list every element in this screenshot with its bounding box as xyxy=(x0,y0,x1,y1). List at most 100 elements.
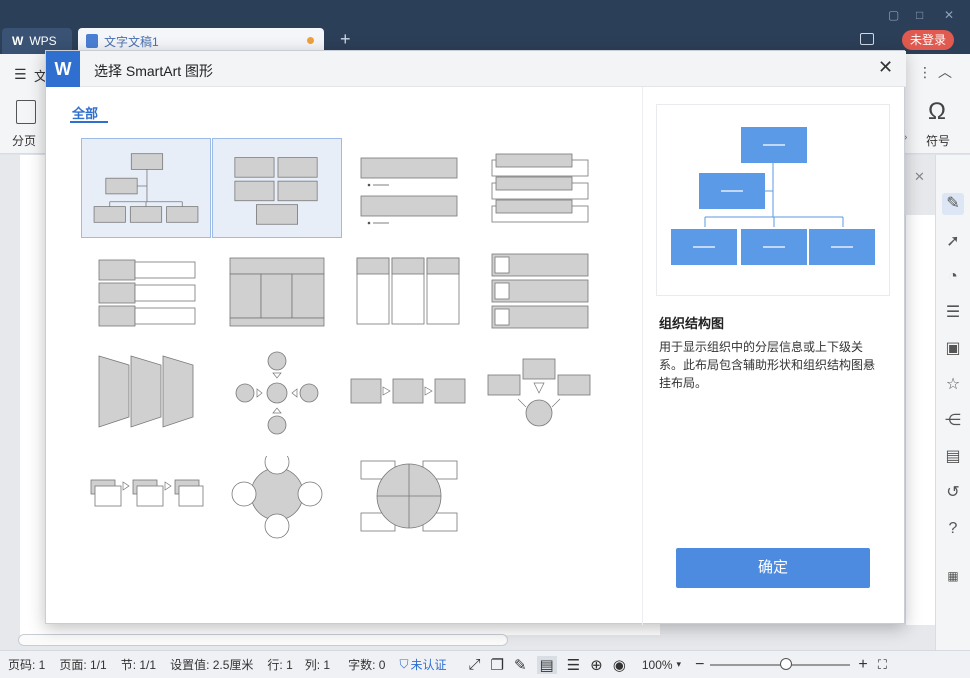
close-window-icon[interactable]: ✕ xyxy=(944,8,954,22)
dialog-close-icon[interactable]: ✕ xyxy=(878,57,893,78)
document-tab-label: 文字文稿1 xyxy=(104,34,159,49)
cycle-matrix-thumb xyxy=(360,460,458,532)
smartart-radial-arrows[interactable] xyxy=(212,351,342,451)
smartart-picture-process[interactable] xyxy=(81,456,211,556)
hierarchy-list-thumb xyxy=(234,157,318,225)
page-view-icon[interactable]: ▤ xyxy=(536,655,557,674)
smartart-cycle-matrix[interactable] xyxy=(343,456,473,556)
auth-status[interactable]: 未认证 xyxy=(410,656,446,673)
staggered-list-thumb xyxy=(491,153,589,223)
new-tab-plus-icon[interactable]: + xyxy=(340,29,351,50)
side-panel-close-icon[interactable]: ✕ xyxy=(914,169,925,185)
reading-mode-icon[interactable]: ❐ xyxy=(491,656,504,674)
maximize-icon[interactable]: □ xyxy=(916,8,923,22)
image-icon[interactable]: ▣ xyxy=(942,338,964,360)
dialog-header: W 选择 SmartArt 图形 ✕ xyxy=(46,51,906,87)
document-icon xyxy=(86,34,98,48)
word-count[interactable]: 字数: 0 xyxy=(348,656,385,673)
pen-icon[interactable]: ✎ xyxy=(942,193,964,215)
horizontal-bullet-thumb xyxy=(98,259,196,327)
cursor-icon[interactable]: ➚ xyxy=(942,231,964,253)
table-hierarchy-thumb xyxy=(229,257,325,327)
converging-arrows-thumb xyxy=(487,358,591,427)
smartart-picture-list[interactable] xyxy=(474,248,604,348)
smartart-horizontal-bullet-list[interactable] xyxy=(81,248,211,348)
picture-process-thumb xyxy=(90,479,204,507)
symbol-label[interactable]: 符号 xyxy=(926,132,950,149)
smartart-vertical-bullet-list[interactable] xyxy=(343,138,473,238)
section-info: 节: 1/1 xyxy=(120,658,157,672)
horizontal-scrollbar[interactable] xyxy=(18,634,508,646)
smartart-staggered-list[interactable] xyxy=(474,138,604,238)
panel-divider xyxy=(642,87,643,625)
smartart-vertical-box-list[interactable] xyxy=(343,248,473,348)
collapse-ribbon-icon[interactable]: ︿ xyxy=(938,62,952,82)
smartart-hierarchy-list[interactable] xyxy=(212,138,342,238)
restore-icon[interactable]: ▢ xyxy=(888,8,899,22)
archive-icon[interactable]: ▤ xyxy=(942,446,964,468)
more-icon[interactable]: ⋮ xyxy=(918,64,932,81)
radial-cycle-thumb xyxy=(231,449,323,539)
org-chart-preview xyxy=(671,127,875,265)
omega-symbol-icon[interactable]: Ω xyxy=(928,98,946,126)
grid-icon[interactable]: ▦ xyxy=(942,565,964,587)
fullscreen-icon[interactable]: ⤢ xyxy=(468,656,480,673)
dialog-title: 选择 SmartArt 图形 xyxy=(94,63,214,79)
edit-mode-icon[interactable]: ✎ xyxy=(514,656,527,674)
smartart-trapezoid-list[interactable] xyxy=(81,351,211,451)
menu-icon[interactable]: ☰ xyxy=(14,66,27,83)
unsaved-dot-icon xyxy=(307,37,314,44)
smartart-org-chart[interactable] xyxy=(81,138,211,238)
wps-tab-label: WPS xyxy=(29,34,57,48)
selected-graphic-description: 用于显示组织中的分层信息或上下级关系。此布局包含辅助形状和组织结构图悬挂布局。 xyxy=(659,340,876,390)
zoom-in-icon[interactable]: + xyxy=(858,656,867,674)
star-icon[interactable]: ☆ xyxy=(942,374,964,396)
smartart-converging-arrows[interactable] xyxy=(474,351,604,451)
outline-view-icon[interactable]: ☰ xyxy=(567,656,580,674)
smartart-radial-cycle[interactable] xyxy=(212,449,342,556)
zoom-out-icon[interactable]: − xyxy=(695,656,704,674)
page-break-label[interactable]: 分页 xyxy=(12,132,36,149)
zoom-slider[interactable] xyxy=(710,657,851,670)
page-count: 页面: 1/1 xyxy=(59,658,107,672)
eye-protect-icon[interactable]: ◉ xyxy=(613,656,626,674)
help-icon[interactable]: ? xyxy=(942,518,964,540)
right-toolbar: ✎ ➚ ◔ ☰ ▣ ☆ ⋲ ▤ ↺ ? ▦ xyxy=(935,155,970,650)
basic-process-thumb xyxy=(350,378,466,404)
title-bar: W WPS 文字文稿1 + ▢ □ ✕ 未登录 xyxy=(0,0,970,54)
category-tab-all[interactable]: 全部 xyxy=(72,103,98,122)
zoom-level[interactable]: 100% xyxy=(642,658,673,672)
login-button[interactable]: 未登录 xyxy=(902,30,955,50)
smartart-dialog: W 选择 SmartArt 图形 ✕ 全部 组织结构图 用于显示组织中的分层信息… xyxy=(45,50,906,625)
shield-icon: ⛉ xyxy=(399,657,409,671)
selected-graphic-name: 组织结构图 xyxy=(659,316,725,331)
zoom-slider-handle[interactable] xyxy=(780,657,793,670)
wps-logo-icon: W xyxy=(46,51,80,87)
sliders-icon[interactable]: ☰ xyxy=(942,302,964,324)
shapes-icon[interactable]: ◔ xyxy=(942,266,964,288)
web-view-icon[interactable]: ⊕ xyxy=(590,656,603,674)
vertical-bullet-thumb xyxy=(360,157,458,225)
preview-panel xyxy=(656,104,890,296)
trapezoid-list-thumb xyxy=(98,355,194,428)
smartart-table-hierarchy[interactable] xyxy=(212,248,342,348)
fit-page-icon[interactable]: ⛶ xyxy=(878,657,887,673)
radial-arrows-thumb xyxy=(235,351,319,435)
vertical-box-thumb xyxy=(356,257,460,325)
wps-logo-icon: W xyxy=(12,34,24,48)
column-info: 列: 1 xyxy=(304,658,331,672)
smartart-basic-process[interactable] xyxy=(343,351,473,451)
status-bar: 页码: 1 页面: 1/1 节: 1/1 设置值: 2.5厘米 行: 1 列: … xyxy=(0,650,970,678)
share-icon[interactable]: ⋲ xyxy=(942,410,964,432)
page-number: 页码: 1 xyxy=(8,658,46,672)
row-info: 行: 1 xyxy=(267,658,293,672)
org-chart-thumb xyxy=(93,153,199,223)
history-icon[interactable]: ↺ xyxy=(942,482,964,504)
page-break-icon[interactable] xyxy=(16,100,36,124)
layout-toggle-icon[interactable] xyxy=(860,33,874,45)
category-underline xyxy=(70,121,108,123)
ok-button[interactable]: 确定 xyxy=(676,548,870,588)
picture-list-thumb xyxy=(491,253,589,329)
setting-value: 设置值: 2.5厘米 xyxy=(170,658,254,672)
zoom-dropdown-icon[interactable]: ▾ xyxy=(677,659,682,670)
